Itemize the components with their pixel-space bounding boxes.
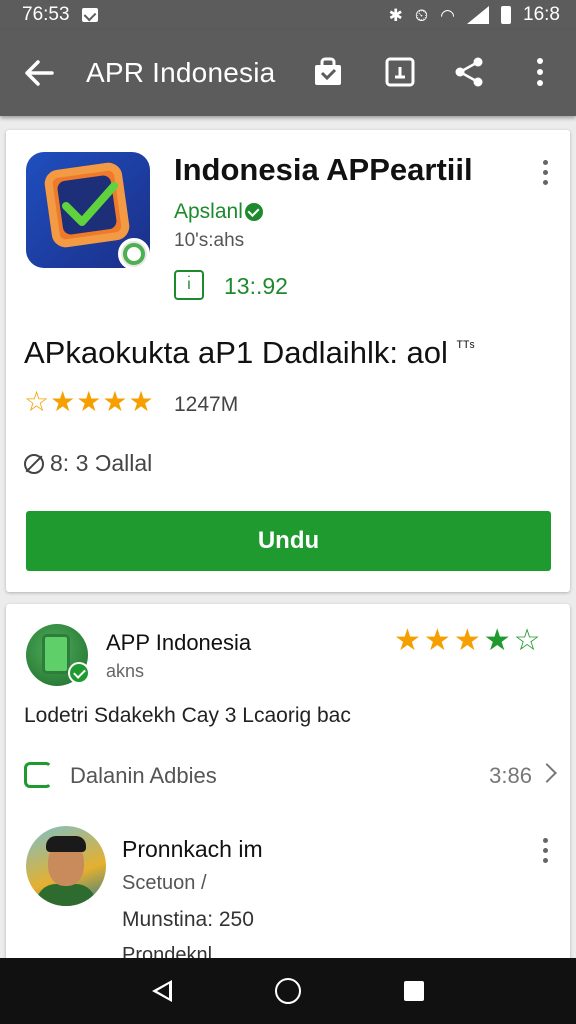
app-detail-card: Indonesia APPeartiil Apslanl 10's:ahs ı̇… xyxy=(6,130,570,592)
user-meta: Munstina: 250 xyxy=(122,908,254,931)
app-name: Indonesia APPeartiil xyxy=(174,152,473,187)
back-arrow-icon[interactable] xyxy=(22,56,56,90)
review-text: Lodetri Sdakekh Cay 3 Lcaorig bac xyxy=(24,704,351,727)
size-text: 8: 3 Ɔallal xyxy=(50,450,153,476)
star-outline-icon: ☆ xyxy=(24,386,50,417)
developer-reply-row[interactable]: Dalanin Adbies 3:86 xyxy=(24,762,557,792)
star-icon: ★ xyxy=(453,624,481,657)
app-badge-icon xyxy=(118,238,150,270)
status-bar: 76:53 ✱ ⏲ ◠ 16:8 xyxy=(0,0,576,30)
more-vert-icon[interactable] xyxy=(523,55,557,89)
verified-icon xyxy=(68,662,90,684)
size-row: 8: 3 Ɔallal xyxy=(24,450,152,477)
signal-icon xyxy=(467,6,490,24)
age-rating-icon: ı̇ xyxy=(174,270,204,300)
status-clock: 16:8 xyxy=(523,4,560,25)
app-subtitle: 10's:ahs xyxy=(174,230,245,251)
share-icon[interactable] xyxy=(452,55,486,89)
user-subtitle: Scetuon / xyxy=(122,872,207,894)
review-stars: ★ ★ ★ ★ ☆ xyxy=(394,626,544,656)
notification-icon xyxy=(81,8,98,22)
chevron-right-icon xyxy=(537,763,557,783)
star-icon: ★ xyxy=(50,386,76,417)
age-rating-value: 13:.92 xyxy=(224,273,288,299)
star-icon: ★ xyxy=(423,624,451,657)
reply-label: Dalanin Adbies xyxy=(70,763,217,788)
nav-back-icon[interactable] xyxy=(151,980,172,1002)
app-bar: APR Indonesia xyxy=(0,30,576,116)
bluetooth-icon: ✱ xyxy=(388,5,403,25)
install-button[interactable]: Undu xyxy=(26,511,551,571)
more-vert-icon[interactable] xyxy=(542,160,548,186)
rating-count: 1247M xyxy=(174,393,239,416)
nav-recents-icon[interactable] xyxy=(404,981,425,1001)
checkmark-icon xyxy=(62,182,118,226)
reviewer-name: APP Indonesia xyxy=(106,630,252,655)
headline-text: APkaokukta aP1 Dadlaihlk: aol xyxy=(24,335,448,370)
app-headline: APkaokukta aP1 Dadlaihlk: aol ᵀᵀˢ xyxy=(24,335,475,371)
verified-icon xyxy=(244,203,263,222)
star-icon: ★ xyxy=(102,386,128,417)
wifi-icon: ◠ xyxy=(440,5,456,25)
reviewer-subtitle: akns xyxy=(106,661,145,681)
star-icon: ★ xyxy=(128,386,154,417)
star-green-icon: ★ xyxy=(483,624,511,657)
star-icon: ★ xyxy=(394,624,421,657)
star-icon: ★ xyxy=(76,386,102,417)
reviews-card: APP Indonesia akns ★ ★ ★ ★ ☆ Lodetri Sda… xyxy=(6,604,570,964)
developer-link[interactable]: Apslanl xyxy=(174,200,243,223)
shopping-bag-icon[interactable] xyxy=(311,55,345,89)
star-outline-icon: ☆ xyxy=(513,624,541,657)
status-time: 76:53 xyxy=(22,4,70,25)
nav-home-icon[interactable] xyxy=(274,978,301,1004)
more-vert-icon[interactable] xyxy=(542,838,548,864)
reply-count: 3:86 xyxy=(489,763,532,788)
alarm-icon: ⏲ xyxy=(414,5,429,25)
user-avatar[interactable] xyxy=(26,826,106,906)
no-ads-icon xyxy=(24,453,44,474)
rating-stars: ☆ ★ ★ ★ ★ xyxy=(24,388,155,416)
cast-icon[interactable] xyxy=(383,55,417,89)
reply-icon xyxy=(24,762,52,788)
user-name: Pronnkach im xyxy=(122,836,263,862)
navigation-bar xyxy=(0,958,576,1024)
headline-superscript: ᵀᵀˢ xyxy=(456,338,475,356)
developer-name[interactable]: Apslanl xyxy=(174,200,263,224)
battery-icon xyxy=(501,6,512,24)
page-title: APR Indonesia xyxy=(86,57,276,88)
